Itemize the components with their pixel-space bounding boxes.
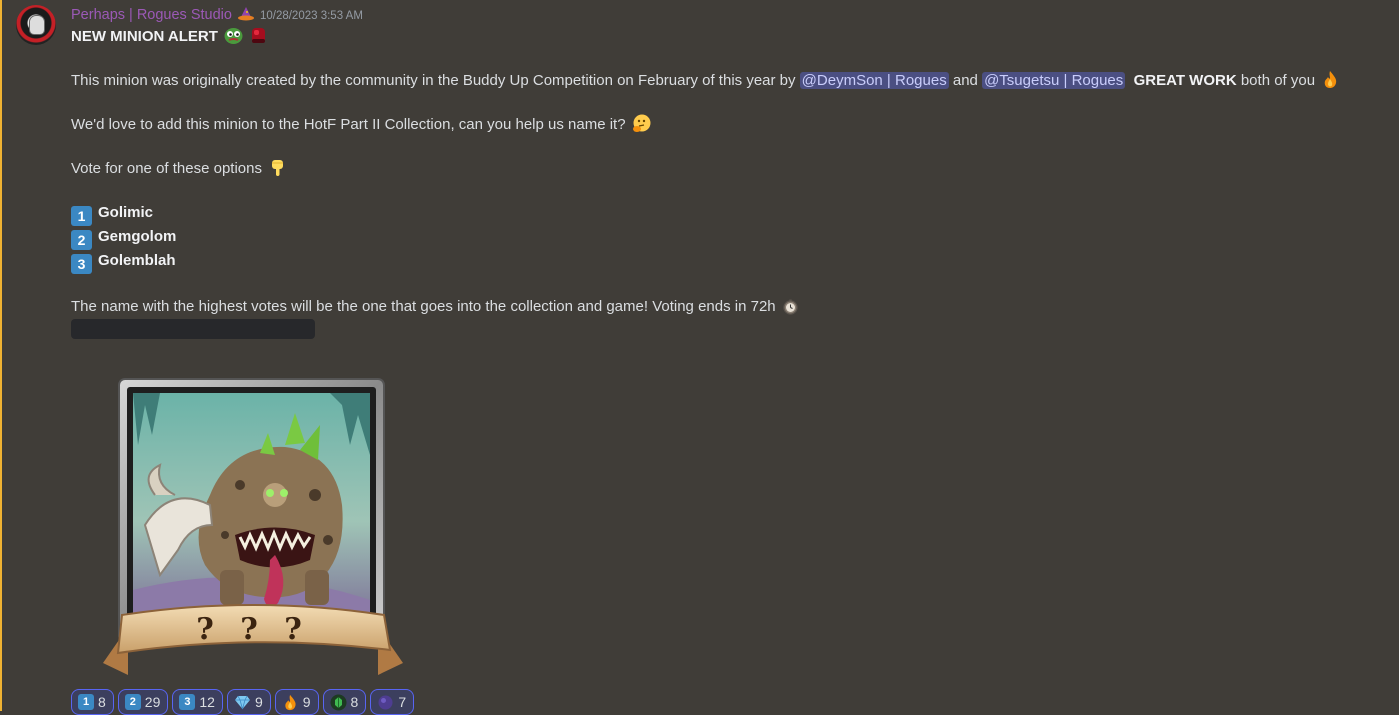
keycap-3-icon: 3 (179, 694, 196, 710)
help-line: We'd love to add this minion to the HotF… (71, 114, 1381, 136)
title-line: NEW MINION ALERT (71, 26, 1381, 48)
closing-text: The name with the highest votes will be … (71, 298, 776, 315)
mention-deymson[interactable]: @DeymSon | Rogues (799, 72, 949, 89)
reaction-count: 8 (98, 694, 106, 710)
card-name-placeholder: ? ? ? (196, 612, 310, 647)
chat-message: Perhaps | Rogues Studio 10/28/2023 3:53 … (71, 4, 1381, 339)
reaction-count: 9 (254, 694, 263, 710)
reaction-count: 12 (199, 694, 215, 710)
option-name: Golemblah (98, 252, 176, 269)
message-header: Perhaps | Rogues Studio 10/28/2023 3:53 … (71, 4, 1381, 26)
gem-icon (234, 694, 251, 711)
intro-line: This minion was originally created by th… (71, 70, 1381, 92)
stopwatch-icon (782, 298, 799, 315)
closing-line: The name with the highest votes will be … (71, 296, 1381, 318)
message-timestamp[interactable]: 10/28/2023 3:53 AM (260, 10, 363, 22)
great-work-text: GREAT WORK (1133, 72, 1237, 89)
reaction-fire[interactable]: 9 (274, 689, 319, 715)
reaction-count: 8 (350, 694, 359, 710)
fire-icon (282, 694, 299, 711)
avatar-mascot (29, 15, 45, 35)
message-title: NEW MINION ALERT (71, 28, 218, 45)
option-name: Golimic (98, 204, 154, 221)
pointing-down-icon (268, 158, 287, 177)
help-text: We'd love to add this minion to the HotF… (71, 116, 626, 133)
reaction-count: 9 (302, 694, 311, 710)
option-item: 2 Gemgolom (71, 226, 1381, 250)
wizard-hat-icon (237, 6, 254, 21)
reactions-bar: 1 8 2 29 3 12 9 9 8 7 (71, 689, 415, 715)
keycap-1-icon: 1 (71, 206, 92, 226)
and-text: and (948, 72, 983, 89)
reaction-keycap-1[interactable]: 1 8 (71, 689, 114, 715)
intro-text: This minion was originally created by th… (71, 72, 800, 89)
keycap-2-icon: 2 (71, 230, 92, 250)
option-item: 1 Golimic (71, 202, 1381, 226)
thinking-face-icon (632, 114, 651, 133)
mention-tsugetsu[interactable]: @Tsugetsu | Rogues (982, 72, 1126, 89)
pepe-emoji-icon (224, 26, 243, 45)
reaction-gem[interactable]: 9 (226, 689, 271, 715)
reaction-keycap-2[interactable]: 2 29 (117, 689, 169, 715)
reaction-green-gem[interactable]: 8 (322, 689, 367, 715)
purple-orb-icon (377, 694, 394, 711)
keycap-1-icon: 1 (78, 694, 94, 710)
keycap-2-icon: 2 (124, 694, 141, 710)
keycap-3-icon: 3 (71, 254, 92, 274)
reaction-purple-orb[interactable]: 7 (370, 689, 415, 715)
red-block-icon (249, 26, 268, 45)
vote-text: Vote for one of these options (71, 160, 262, 177)
option-item: 3 Golemblah (71, 250, 1381, 274)
reaction-count: 29 (144, 694, 161, 710)
vote-line: Vote for one of these options (71, 158, 1381, 180)
minion-card-image[interactable]: ? ? ? (100, 375, 406, 685)
reaction-keycap-3[interactable]: 3 12 (172, 689, 223, 715)
green-gem-icon (330, 694, 347, 711)
author-avatar[interactable] (16, 5, 56, 45)
highlight-bar (0, 0, 2, 711)
fire-icon (1321, 70, 1340, 89)
author-name[interactable]: Perhaps | Rogues Studio (71, 7, 232, 23)
reaction-count: 7 (398, 694, 407, 710)
option-name: Gemgolom (98, 228, 177, 245)
both-of-you-text: both of you (1236, 72, 1316, 89)
spoiler-block[interactable] (71, 319, 315, 339)
